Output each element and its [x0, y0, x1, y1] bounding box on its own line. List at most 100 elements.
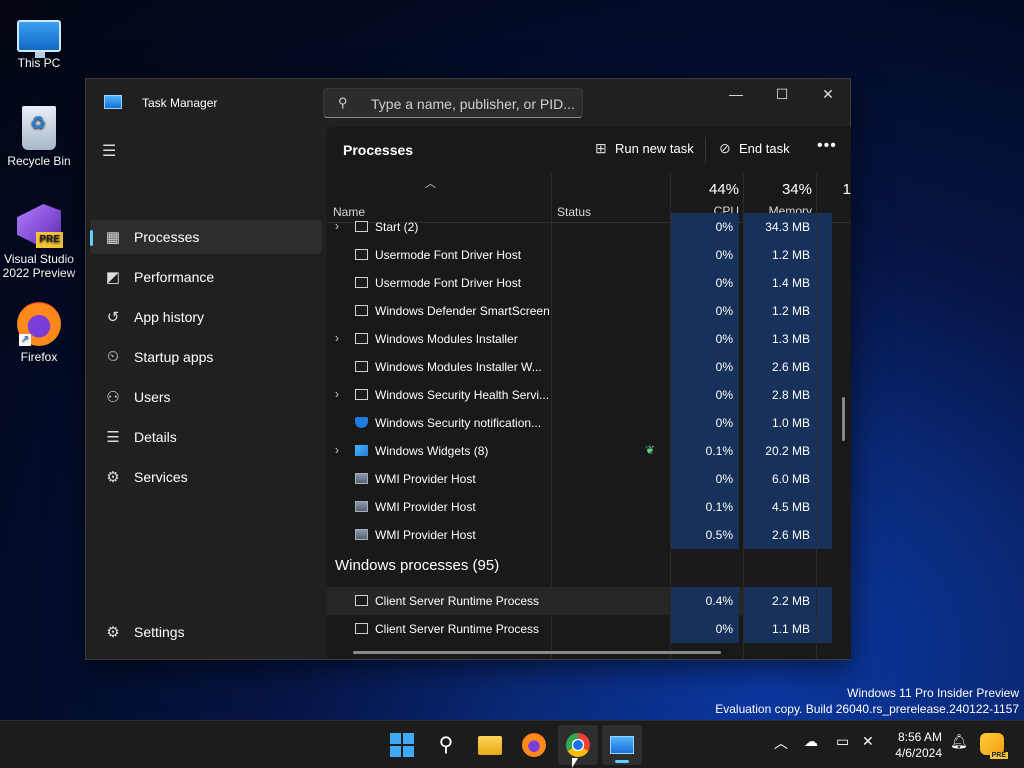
command-bar: Processes ⊞ Run new task ⊘ End task •••: [327, 127, 851, 173]
search-input[interactable]: ⚲ Type a name, publisher, or PID...: [323, 88, 583, 118]
watermark-line-2: Evaluation copy. Build 26040.rs_prerelea…: [715, 702, 1019, 716]
cpu-value: 0%: [671, 381, 739, 409]
memory-value: 2.6 MB: [744, 353, 816, 381]
hamburger-menu-icon[interactable]: ☰: [102, 141, 116, 161]
process-row[interactable]: Usermode Font Driver Host 0% 1.4 MB: [327, 269, 832, 297]
nav-label: Processes: [134, 229, 200, 245]
process-row[interactable]: › Windows Modules Installer 0% 1.3 MB: [327, 325, 832, 353]
process-row[interactable]: Windows Defender SmartScreen 0% 1.2 MB: [327, 297, 832, 325]
cpu-value: 0%: [671, 409, 739, 437]
next-column-cell: [817, 409, 832, 437]
cpu-value: 0%: [671, 353, 739, 381]
clock-time: 8:56 AM: [897, 730, 942, 744]
expand-chevron-icon[interactable]: ›: [335, 219, 339, 233]
desktop-icon-label: Visual Studio 2022 Preview: [2, 252, 76, 280]
firefox-icon: [522, 733, 546, 757]
process-row[interactable]: Usermode Font Driver Host 0% 1.2 MB: [327, 241, 832, 269]
desktop-icon-firefox[interactable]: ↗ Firefox: [0, 302, 78, 364]
clock[interactable]: 8:56 AM 4/6/2024: [884, 729, 942, 761]
desktop-icon-visual-studio[interactable]: PRE Visual Studio 2022 Preview: [0, 204, 78, 280]
desktop-icon-label: Firefox: [20, 350, 58, 364]
group-header-windows-processes[interactable]: Windows processes (95): [335, 557, 499, 574]
performance-icon: ◩: [105, 269, 121, 286]
more-options-button[interactable]: •••: [817, 137, 837, 155]
process-name: Windows Modules Installer: [375, 332, 518, 346]
selection-indicator: [90, 230, 93, 246]
maximize-button[interactable]: ☐: [759, 79, 805, 111]
process-row[interactable]: WMI Provider Host 0% 6.0 MB: [327, 465, 832, 493]
memory-value: 34.3 MB: [744, 213, 816, 241]
vertical-scrollbar[interactable]: [842, 397, 845, 441]
start-button[interactable]: [382, 725, 422, 765]
nav-item-performance[interactable]: ◩ Performance: [90, 260, 322, 294]
cpu-total[interactable]: 44%: [673, 181, 739, 198]
nav-item-processes[interactable]: ▦ Processes: [90, 220, 322, 254]
nav-item-startup-apps[interactable]: ⏲ Startup apps: [90, 340, 322, 374]
next-column-cell: [817, 493, 832, 521]
memory-value: 6.0 MB: [744, 465, 816, 493]
copilot-preview-badge: PRE: [989, 752, 1008, 759]
next-column-total[interactable]: 1: [785, 181, 851, 198]
process-row[interactable]: › Windows Widgets (8) ❦ 0.1% 20.2 MB: [327, 437, 832, 465]
app-icon: [355, 389, 368, 400]
app-icon: [355, 333, 368, 344]
process-name: Client Server Runtime Process: [375, 622, 540, 636]
nav-item-settings[interactable]: ⚙ Settings: [90, 615, 322, 649]
cpu-value: 0.1%: [671, 437, 739, 465]
nav-item-users[interactable]: ⚇ Users: [90, 380, 322, 414]
taskbar-search-button[interactable]: ⚲: [426, 725, 466, 765]
desktop-icon-this-pc[interactable]: This PC: [0, 12, 78, 70]
clock-date: 4/6/2024: [895, 746, 942, 760]
desktop-icon-recycle-bin[interactable]: Recycle Bin: [0, 106, 78, 168]
chrome-button[interactable]: [558, 725, 598, 765]
widgets-icon: [355, 445, 368, 456]
sidebar: ☰ ▦ Processes ◩ Performance ↺ App histor…: [86, 127, 326, 659]
cpu-value: 0.1%: [671, 493, 739, 521]
wmi-icon: [355, 473, 368, 484]
task-manager-icon: [104, 95, 122, 109]
expand-chevron-icon[interactable]: ›: [335, 443, 339, 457]
minimize-button[interactable]: —: [713, 79, 759, 111]
task-manager-icon: [610, 736, 634, 754]
title-bar[interactable]: Task Manager ⚲ Type a name, publisher, o…: [86, 79, 850, 127]
visual-studio-icon-wrap: PRE: [17, 204, 63, 248]
process-name: Windows Security notification...: [375, 416, 542, 430]
nav-item-services[interactable]: ⚙ Services: [90, 460, 322, 494]
memory-value: 1.3 MB: [744, 325, 816, 353]
expand-chevron-icon[interactable]: ›: [335, 387, 339, 401]
cpu-value: 0%: [671, 465, 739, 493]
process-row[interactable]: WMI Provider Host 0.5% 2.6 MB: [327, 521, 832, 549]
notification-bell-icon[interactable]: 🔔︎: [950, 733, 968, 750]
search-placeholder: Type a name, publisher, or PID...: [371, 96, 575, 112]
next-column-cell: [817, 241, 832, 269]
nav-item-details[interactable]: ☰ Details: [90, 420, 322, 454]
volume-muted-icon[interactable]: ✕: [862, 733, 874, 750]
nav-label: Services: [134, 469, 188, 485]
run-new-task-button[interactable]: ⊞ Run new task: [595, 140, 694, 157]
task-manager-window: Task Manager ⚲ Type a name, publisher, o…: [85, 78, 851, 660]
run-task-icon: ⊞: [595, 140, 607, 156]
horizontal-scrollbar[interactable]: [353, 651, 721, 654]
expand-chevron-icon[interactable]: ›: [335, 331, 339, 345]
process-row[interactable]: Windows Modules Installer W... 0% 2.6 MB: [327, 353, 832, 381]
process-row[interactable]: › Start (2) 0% 34.3 MB: [327, 213, 832, 241]
file-explorer-button[interactable]: [470, 725, 510, 765]
process-row[interactable]: Client Server Runtime Process 0.4% 2.2 M…: [327, 587, 832, 615]
nav-item-app-history[interactable]: ↺ App history: [90, 300, 322, 334]
process-row[interactable]: › Windows Security Health Servi... 0% 2.…: [327, 381, 832, 409]
network-icon[interactable]: ▭: [836, 733, 849, 750]
copilot-icon[interactable]: PRE: [980, 733, 1008, 759]
end-task-button[interactable]: ⊘ End task: [719, 140, 790, 157]
processes-icon: ▦: [105, 229, 121, 246]
firefox-button[interactable]: [514, 725, 554, 765]
process-row[interactable]: Windows Security notification... 0% 1.0 …: [327, 409, 832, 437]
process-row[interactable]: Client Server Runtime Process 0% 1.1 MB: [327, 615, 832, 643]
task-manager-taskbar-button[interactable]: [602, 725, 642, 765]
process-row[interactable]: WMI Provider Host 0.1% 4.5 MB: [327, 493, 832, 521]
search-icon: ⚲: [438, 734, 454, 756]
nav-label: Details: [134, 429, 177, 445]
show-hidden-icons-chevron-icon[interactable]: ︿: [774, 733, 788, 753]
onedrive-cloud-icon[interactable]: ☁: [804, 733, 818, 750]
next-column-cell: [817, 213, 832, 241]
close-button[interactable]: ✕: [805, 79, 851, 111]
